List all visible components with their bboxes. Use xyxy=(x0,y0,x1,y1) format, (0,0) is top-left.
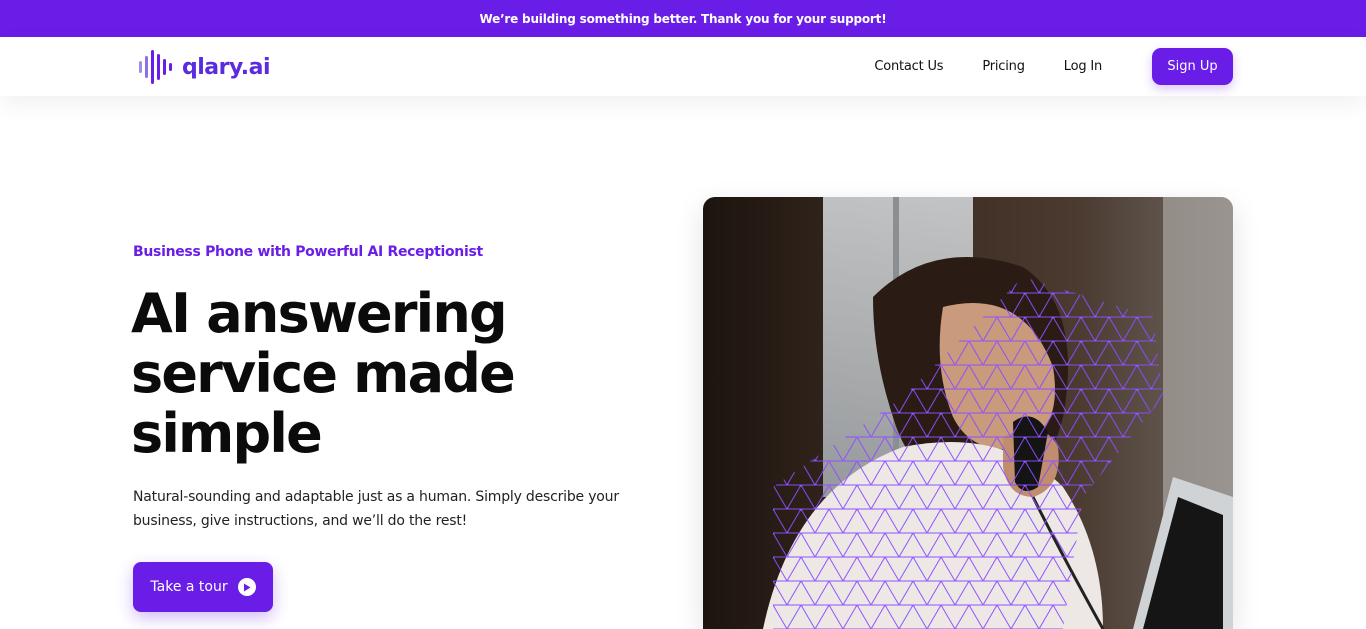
top-navbar: qlary.ai Contact Us Pricing Log In Sign … xyxy=(0,37,1366,96)
nav-contact-us[interactable]: Contact Us xyxy=(874,59,943,74)
play-circle-icon xyxy=(237,578,256,596)
nav-links: Contact Us Pricing Log In Sign Up xyxy=(874,48,1233,85)
hero-eyebrow: Business Phone with Powerful AI Receptio… xyxy=(133,244,483,260)
sign-up-button[interactable]: Sign Up xyxy=(1152,48,1233,85)
announcement-text: We’re building something better. Thank y… xyxy=(479,11,887,26)
brand-name: qlary.ai xyxy=(182,54,271,80)
announcement-banner: We’re building something better. Thank y… xyxy=(0,0,1366,37)
hero-subtext: Natural-sounding and adaptable just as a… xyxy=(133,489,619,529)
nav-log-in[interactable]: Log In xyxy=(1064,59,1102,74)
woman-on-phone-photo xyxy=(703,197,1233,629)
take-a-tour-label: Take a tour xyxy=(150,579,228,595)
take-a-tour-button[interactable]: Take a tour xyxy=(133,562,273,612)
logo[interactable]: qlary.ai xyxy=(138,50,271,84)
soundwave-logo-icon xyxy=(139,50,172,84)
nav-pricing[interactable]: Pricing xyxy=(982,59,1025,74)
hero-photo xyxy=(703,197,1233,629)
hero-headline: AI answering service made simple xyxy=(131,282,516,465)
